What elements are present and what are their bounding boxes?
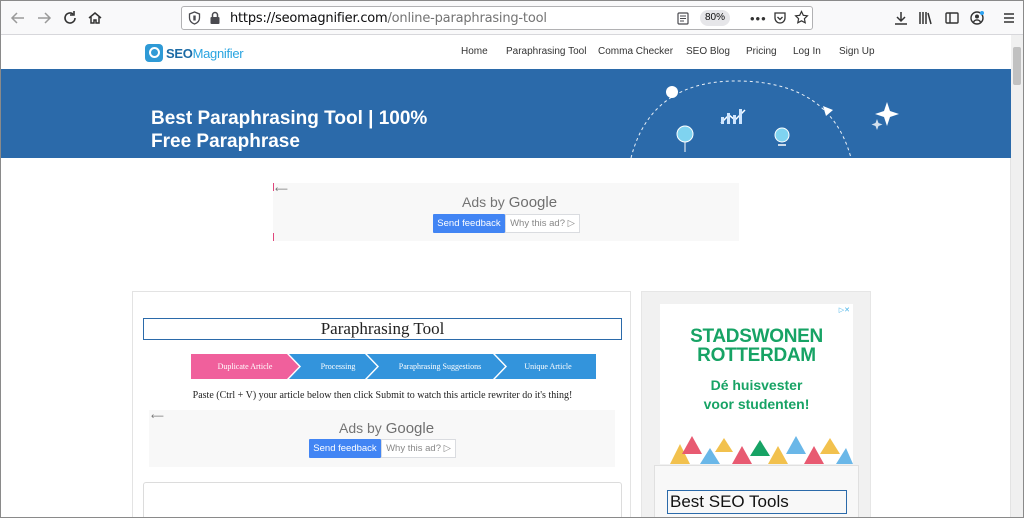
page-title-line2: Free Paraphrase	[151, 131, 300, 152]
sidebar-ad-banner[interactable]: ▷✕ STADSWONEN ROTTERDAM Dé huisvester vo…	[660, 304, 853, 464]
lock-icon[interactable]	[209, 11, 221, 30]
promo-line-2: ROTTERDAM	[697, 345, 816, 366]
menu-icon[interactable]	[998, 7, 1020, 29]
forward-icon[interactable]	[33, 7, 55, 29]
page-title-line1: Best Paraphrasing Tool | 100%	[151, 108, 428, 129]
logo-text: SEOMagnifier	[166, 45, 244, 61]
inline-google-text: Google	[385, 420, 435, 437]
inline-ads-by-google-label: Ads by Google	[339, 420, 434, 437]
shield-icon[interactable]	[188, 11, 201, 30]
site-header: SEOMagnifier Home Paraphrasing Tool Comm…	[1, 35, 1011, 69]
nav-pricing[interactable]: Pricing	[746, 46, 777, 57]
step-paraphrasing-suggestions: Paraphrasing Suggestions	[398, 362, 482, 371]
magnifier-logo-icon	[145, 44, 163, 62]
promo-line-3: Dé huisvester	[710, 377, 803, 393]
nav-seo-blog[interactable]: SEO Blog	[686, 46, 730, 57]
inline-ad-slot: ⟵ Ads by Google Send feedback Why this a…	[149, 410, 615, 467]
pocket-icon[interactable]	[773, 11, 787, 30]
nav-paraphrasing-tool[interactable]: Paraphrasing Tool	[506, 46, 586, 57]
seo-tools-title: Best SEO Tools	[667, 490, 847, 514]
url-text[interactable]: https://seomagnifier.com/online-paraphra…	[230, 11, 547, 26]
why-this-ad-button[interactable]: Why this ad? ▷	[505, 214, 580, 233]
top-ad-slot: ⟵ Ads by Google Send feedback Why this a…	[273, 183, 739, 241]
home-icon[interactable]	[84, 7, 106, 29]
hero-banner: Best Paraphrasing Tool | 100% Free Parap…	[1, 69, 1011, 158]
ads-by-google-label: Ads by Google	[462, 194, 557, 211]
paraphrasing-tool-panel: Paraphrasing Tool Duplicate Article Proc…	[132, 291, 631, 517]
ad-marker-top	[273, 183, 274, 191]
zoom-level[interactable]: 80%	[700, 10, 730, 26]
step-duplicate-article: Duplicate Article	[217, 362, 273, 371]
page-title: Best Paraphrasing Tool | 100% Free Parap…	[151, 107, 481, 153]
inline-ads-by-text: Ads by	[339, 420, 382, 436]
logo-magnifier: Magnifier	[192, 45, 244, 61]
url-host: https://seomagnifier.com	[230, 11, 388, 26]
reader-view-icon[interactable]	[677, 12, 689, 30]
browser-window: https://seomagnifier.com/online-paraphra…	[0, 0, 1024, 518]
nav-comma-checker[interactable]: Comma Checker	[598, 46, 673, 57]
downloads-icon[interactable]	[890, 7, 912, 29]
logo-seo: SEO	[166, 45, 193, 61]
hero-decoration-graphic	[630, 80, 899, 158]
scrollbar-thumb[interactable]	[1013, 47, 1021, 85]
nav-sign-up[interactable]: Sign Up	[839, 46, 875, 57]
promo-pattern-graphic	[670, 436, 853, 464]
ad-back-icon[interactable]: ⟵	[275, 184, 288, 195]
sidebar-toggle-icon[interactable]	[941, 7, 963, 29]
google-text: Google	[508, 194, 558, 211]
site-logo[interactable]: SEOMagnifier	[145, 43, 244, 63]
inline-send-feedback-button[interactable]: Send feedback	[309, 439, 381, 458]
send-feedback-button[interactable]: Send feedback	[433, 214, 505, 233]
tool-title: Paraphrasing Tool	[143, 318, 622, 340]
address-bar[interactable]: https://seomagnifier.com/online-paraphra…	[181, 6, 813, 30]
nav-log-in[interactable]: Log In	[793, 46, 821, 57]
step-unique-article: Unique Article	[524, 362, 572, 371]
ad-marker-bottom	[273, 233, 274, 241]
step-processing: Processing	[320, 362, 356, 371]
nav-home[interactable]: Home	[461, 46, 488, 57]
page-actions-icon[interactable]: •••	[750, 11, 767, 26]
reload-icon[interactable]	[59, 7, 81, 29]
page-scrollbar[interactable]	[1010, 35, 1023, 517]
library-icon[interactable]	[915, 7, 937, 29]
bookmark-star-icon[interactable]	[794, 10, 809, 30]
back-icon[interactable]	[7, 7, 29, 29]
seo-tools-card: Best SEO Tools	[654, 465, 859, 517]
inline-why-this-ad-button[interactable]: Why this ad? ▷	[381, 439, 456, 458]
sidebar: ▷✕ STADSWONEN ROTTERDAM Dé huisvester vo…	[641, 291, 871, 517]
instructions-text: Paste (Ctrl + V) your article below then…	[192, 390, 573, 401]
browser-toolbar: https://seomagnifier.com/online-paraphra…	[1, 1, 1023, 35]
url-path: /online-paraphrasing-tool	[387, 11, 547, 26]
adchoices-icon[interactable]: ▷✕	[839, 306, 850, 314]
account-icon[interactable]	[966, 7, 988, 29]
promo-line-4: voor studenten!	[703, 396, 810, 412]
article-input[interactable]	[143, 482, 622, 517]
ads-by-text: Ads by	[462, 194, 505, 210]
inline-ad-back-icon[interactable]: ⟵	[151, 411, 164, 422]
